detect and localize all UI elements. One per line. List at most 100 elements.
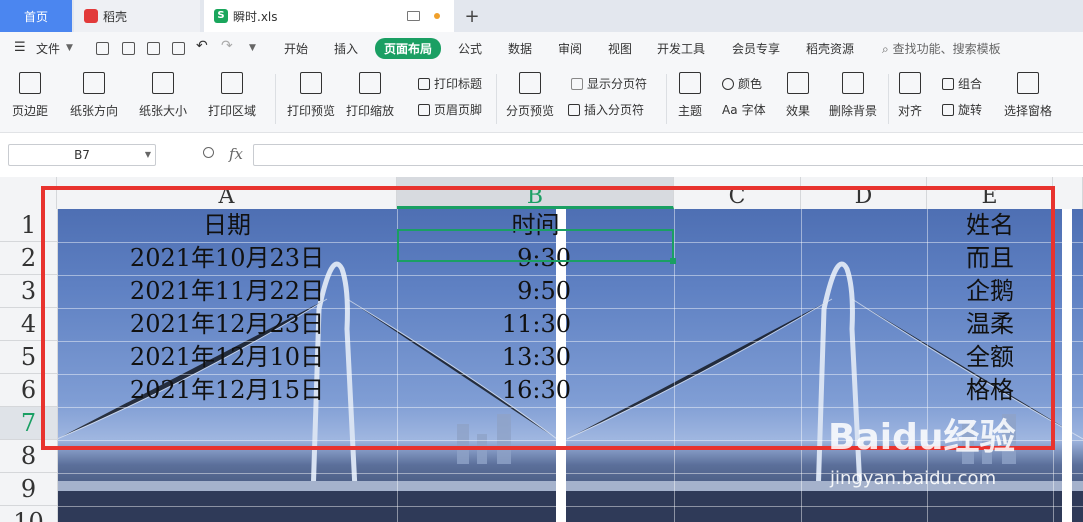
name-box[interactable]: B7 ▼ (8, 144, 156, 166)
print-titles-icon (418, 77, 430, 90)
menu-view[interactable]: 视图 (608, 40, 632, 57)
redo-icon[interactable]: ↷ (221, 38, 233, 54)
monitor-icon[interactable] (407, 11, 420, 21)
effects-label: 效果 (786, 104, 811, 118)
undo-icon[interactable]: ↶ (196, 38, 208, 54)
rotate-icon (942, 103, 954, 116)
ribbon-divider (888, 74, 889, 124)
save-icon[interactable] (96, 42, 109, 55)
theme-label: 主题 (678, 104, 703, 118)
margin-button[interactable]: 页边距 (12, 70, 48, 119)
print-scale-button[interactable]: 打印缩放 (346, 70, 394, 119)
chevron-down-icon[interactable]: ▼ (145, 145, 151, 165)
effects-icon (787, 72, 809, 94)
search-icon: ⌕ (882, 42, 889, 56)
search-placeholder: 查找功能、搜索模板 (892, 42, 1001, 56)
ribbon: 页边距 纸张方向 纸张大小 打印区域 打印预览 打印缩放 打印标题 页眉页脚 分… (0, 66, 1083, 133)
print-area-icon (221, 72, 243, 94)
export-icon[interactable] (122, 42, 135, 55)
row-header-9[interactable]: 9 (0, 473, 57, 506)
print-area-button[interactable]: 打印区域 (208, 70, 256, 119)
watermark-url: jingyan.baidu.com (830, 468, 997, 489)
page-break-preview-button[interactable]: 分页预览 (506, 70, 554, 119)
align-label: 对齐 (898, 104, 923, 118)
selection-pane-icon (1017, 72, 1039, 94)
print-scale-label: 打印缩放 (346, 104, 395, 118)
delete-background-button[interactable]: 删除背景 (829, 70, 877, 119)
margin-label: 页边距 (12, 104, 49, 118)
print-scale-icon (359, 72, 381, 94)
tab-file[interactable]: S 瞬时.xls (204, 0, 454, 32)
menu-insert[interactable]: 插入 (334, 40, 358, 57)
palette-icon (722, 77, 734, 90)
tab-daoke[interactable]: 稻壳 (74, 0, 200, 32)
print-area-label: 打印区域 (208, 104, 257, 118)
insert-page-break-button[interactable]: 插入分页符 (568, 101, 644, 118)
new-tab-button[interactable]: + (462, 0, 482, 32)
preview-icon[interactable] (172, 42, 185, 55)
selection-pane-button[interactable]: 选择窗格 (1004, 70, 1052, 119)
paper-size-button[interactable]: 纸张大小 (139, 70, 187, 119)
colors-button[interactable]: 颜色 (722, 75, 762, 92)
group-icon (942, 77, 954, 90)
header-footer-label: 页眉页脚 (434, 103, 483, 117)
function-icon[interactable]: fx (229, 145, 243, 163)
menu-member[interactable]: 会员专享 (732, 40, 780, 57)
checkbox-icon (571, 77, 583, 90)
fonts-label: 字体 (741, 103, 766, 117)
print-preview-button[interactable]: 打印预览 (287, 70, 335, 119)
print-titles-button[interactable]: 打印标题 (418, 75, 482, 92)
menu-developer[interactable]: 开发工具 (657, 40, 705, 57)
margin-icon (19, 72, 41, 94)
insert-page-break-icon (568, 103, 580, 116)
align-icon (899, 72, 921, 94)
show-page-breaks-label: 显示分页符 (587, 77, 648, 91)
paper-size-icon (152, 72, 174, 94)
colors-label: 颜色 (738, 77, 763, 91)
fonts-button[interactable]: Aa 字体 (722, 101, 766, 118)
baidu-watermark: Baidu经验 jingyan.baidu.com (828, 408, 1078, 508)
zoom-icon[interactable] (203, 147, 214, 158)
tab-home[interactable]: 首页 (0, 0, 72, 32)
rotate-button[interactable]: 旋转 (942, 101, 982, 118)
theme-button[interactable]: 主题 (678, 70, 702, 119)
paper-size-label: 纸张大小 (139, 104, 188, 118)
hamburger-icon[interactable]: ☰ (14, 40, 26, 55)
menu-formulas[interactable]: 公式 (458, 40, 482, 57)
insert-page-break-label: 插入分页符 (584, 103, 645, 117)
menu-data[interactable]: 数据 (508, 40, 532, 57)
font-icon: Aa (722, 102, 738, 117)
show-page-breaks-checkbox[interactable]: 显示分页符 (571, 75, 647, 92)
print-icon[interactable] (147, 42, 160, 55)
menu-review[interactable]: 审阅 (558, 40, 582, 57)
search-box[interactable]: ⌕ 查找功能、搜索模板 (882, 40, 1001, 57)
menu-start[interactable]: 开始 (284, 40, 308, 57)
header-footer-button[interactable]: 页眉页脚 (418, 101, 482, 118)
chevron-down-icon[interactable]: ▼ (66, 43, 73, 53)
menu-page-layout[interactable]: 页面布局 (375, 38, 442, 59)
page-break-preview-icon (519, 72, 541, 94)
menu-daoke-resources[interactable]: 稻壳资源 (806, 40, 854, 57)
print-titles-label: 打印标题 (434, 77, 483, 91)
formula-input[interactable] (253, 144, 1083, 166)
header-footer-icon (418, 103, 430, 116)
effects-button[interactable]: 效果 (786, 70, 810, 119)
row-header-10[interactable]: 10 (0, 506, 57, 522)
theme-icon (679, 72, 701, 94)
group-button[interactable]: 组合 (942, 75, 982, 92)
print-preview-label: 打印预览 (287, 104, 336, 118)
selection-pane-label: 选择窗格 (1004, 104, 1053, 118)
ribbon-divider (275, 74, 276, 124)
file-menu[interactable]: 文件 (36, 40, 60, 57)
spreadsheet-icon: S (214, 9, 228, 23)
align-button[interactable]: 对齐 (898, 70, 922, 119)
delete-background-label: 删除背景 (829, 104, 878, 118)
delete-background-icon (842, 72, 864, 94)
menu-bar: ☰ 文件 ▼ ↶ ↷ ▼ 开始 插入 页面布局 公式 数据 审阅 视图 开发工具… (0, 32, 1083, 66)
more-icon[interactable]: ▼ (249, 43, 256, 53)
page-break-preview-label: 分页预览 (506, 104, 555, 118)
orientation-icon (83, 72, 105, 94)
orientation-button[interactable]: 纸张方向 (70, 70, 118, 119)
column-header-f[interactable] (1053, 177, 1083, 209)
group-label: 组合 (958, 77, 983, 91)
